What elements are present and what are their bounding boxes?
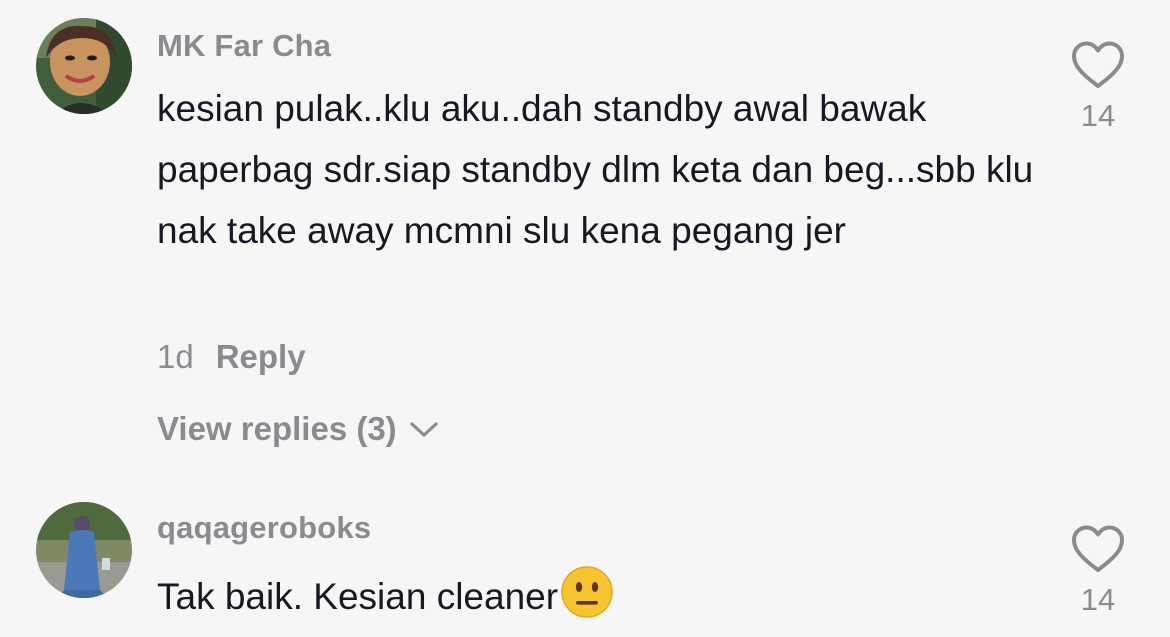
- comment-meta: 1d Reply: [157, 338, 306, 376]
- comment-item: MK Far Cha kesian pulak..klu aku..dah st…: [0, 0, 1170, 480]
- avatar-photo-icon: [36, 502, 132, 598]
- like-count: 14: [1080, 582, 1116, 617]
- heart-icon: [1072, 41, 1124, 88]
- neutral-face-emoji-icon: [560, 565, 614, 637]
- comment-text: Tak baik. Kesian cleaner: [157, 565, 1037, 637]
- comment-username[interactable]: qaqageroboks: [157, 510, 371, 546]
- avatar[interactable]: [36, 502, 132, 598]
- view-replies-label: View replies (3): [157, 410, 397, 447]
- avatar-photo-icon: [36, 18, 132, 114]
- comment-time: 1d: [157, 338, 194, 375]
- chevron-down-icon: [410, 422, 438, 437]
- like-count: 14: [1080, 98, 1116, 133]
- view-replies-button[interactable]: View replies (3): [157, 410, 439, 448]
- reply-button[interactable]: Reply: [216, 338, 306, 375]
- like-button[interactable]: 14: [1066, 524, 1130, 618]
- comment-item: qaqageroboks Tak baik. Kesian cleaner 14: [0, 480, 1170, 633]
- like-button[interactable]: 14: [1066, 40, 1130, 134]
- avatar[interactable]: [36, 18, 132, 114]
- comment-username[interactable]: MK Far Cha: [157, 28, 331, 64]
- comment-text-content: Tak baik. Kesian cleaner: [157, 576, 559, 617]
- comment-text: kesian pulak..klu aku..dah standby awal …: [157, 88, 1034, 251]
- heart-icon: [1072, 525, 1124, 572]
